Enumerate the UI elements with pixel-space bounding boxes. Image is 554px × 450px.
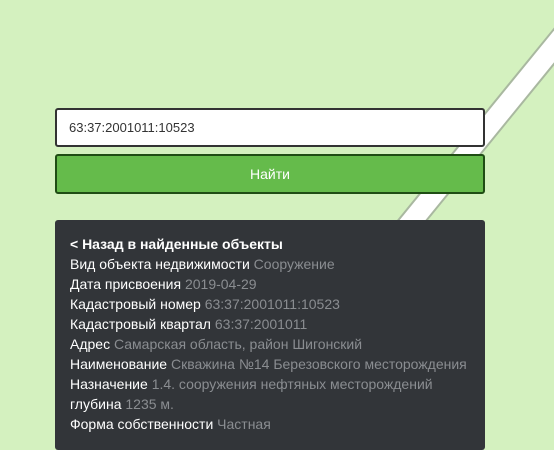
- info-value: 2019-04-29: [184, 276, 257, 292]
- info-row-cadastral-number: Кадастровый номер 63:37:2001011:10523: [70, 294, 470, 314]
- search-input[interactable]: [55, 108, 485, 147]
- info-value: Сооружение: [253, 256, 335, 272]
- info-row-object-type: Вид объекта недвижимости Сооружение: [70, 254, 470, 274]
- info-row-ownership: Форма собственности Частная: [70, 414, 470, 434]
- info-row-cadastral-quarter: Кадастровый квартал 63:37:2001011: [70, 314, 470, 334]
- info-row-depth: глубина 1235 м.: [70, 394, 470, 414]
- info-label: глубина: [70, 396, 122, 412]
- info-row-name: Наименование Скважина №14 Березовского м…: [70, 354, 470, 374]
- info-label: Назначение: [70, 376, 148, 392]
- info-label: Кадастровый квартал: [70, 316, 211, 332]
- info-label: Вид объекта недвижимости: [70, 256, 250, 272]
- object-info-panel: < Назад в найденные объекты Вид объекта …: [55, 220, 485, 450]
- info-value: 63:37:2001011:10523: [204, 296, 340, 312]
- info-value: Самарская область, район Шигонский: [113, 336, 363, 352]
- info-value: 1235 м.: [125, 396, 174, 412]
- info-value: Частная: [217, 416, 271, 432]
- info-row-address: Адрес Самарская область, район Шигонский: [70, 334, 470, 354]
- search-button[interactable]: Найти: [55, 154, 485, 194]
- info-value: 1.4. сооружения нефтяных месторождений: [151, 376, 433, 392]
- info-label: Форма собственности: [70, 416, 214, 432]
- info-row-purpose: Назначение 1.4. сооружения нефтяных мест…: [70, 374, 470, 394]
- info-value: Скважина №14 Березовского месторождения: [170, 356, 467, 372]
- info-label: Наименование: [70, 356, 168, 372]
- info-label: Кадастровый номер: [70, 296, 201, 312]
- info-label: Адрес: [70, 336, 111, 352]
- back-to-results-link[interactable]: < Назад в найденные объекты: [70, 234, 470, 254]
- info-value: 63:37:2001011: [214, 316, 308, 332]
- info-row-assign-date: Дата присвоения 2019-04-29: [70, 274, 470, 294]
- info-label: Дата присвоения: [70, 276, 182, 292]
